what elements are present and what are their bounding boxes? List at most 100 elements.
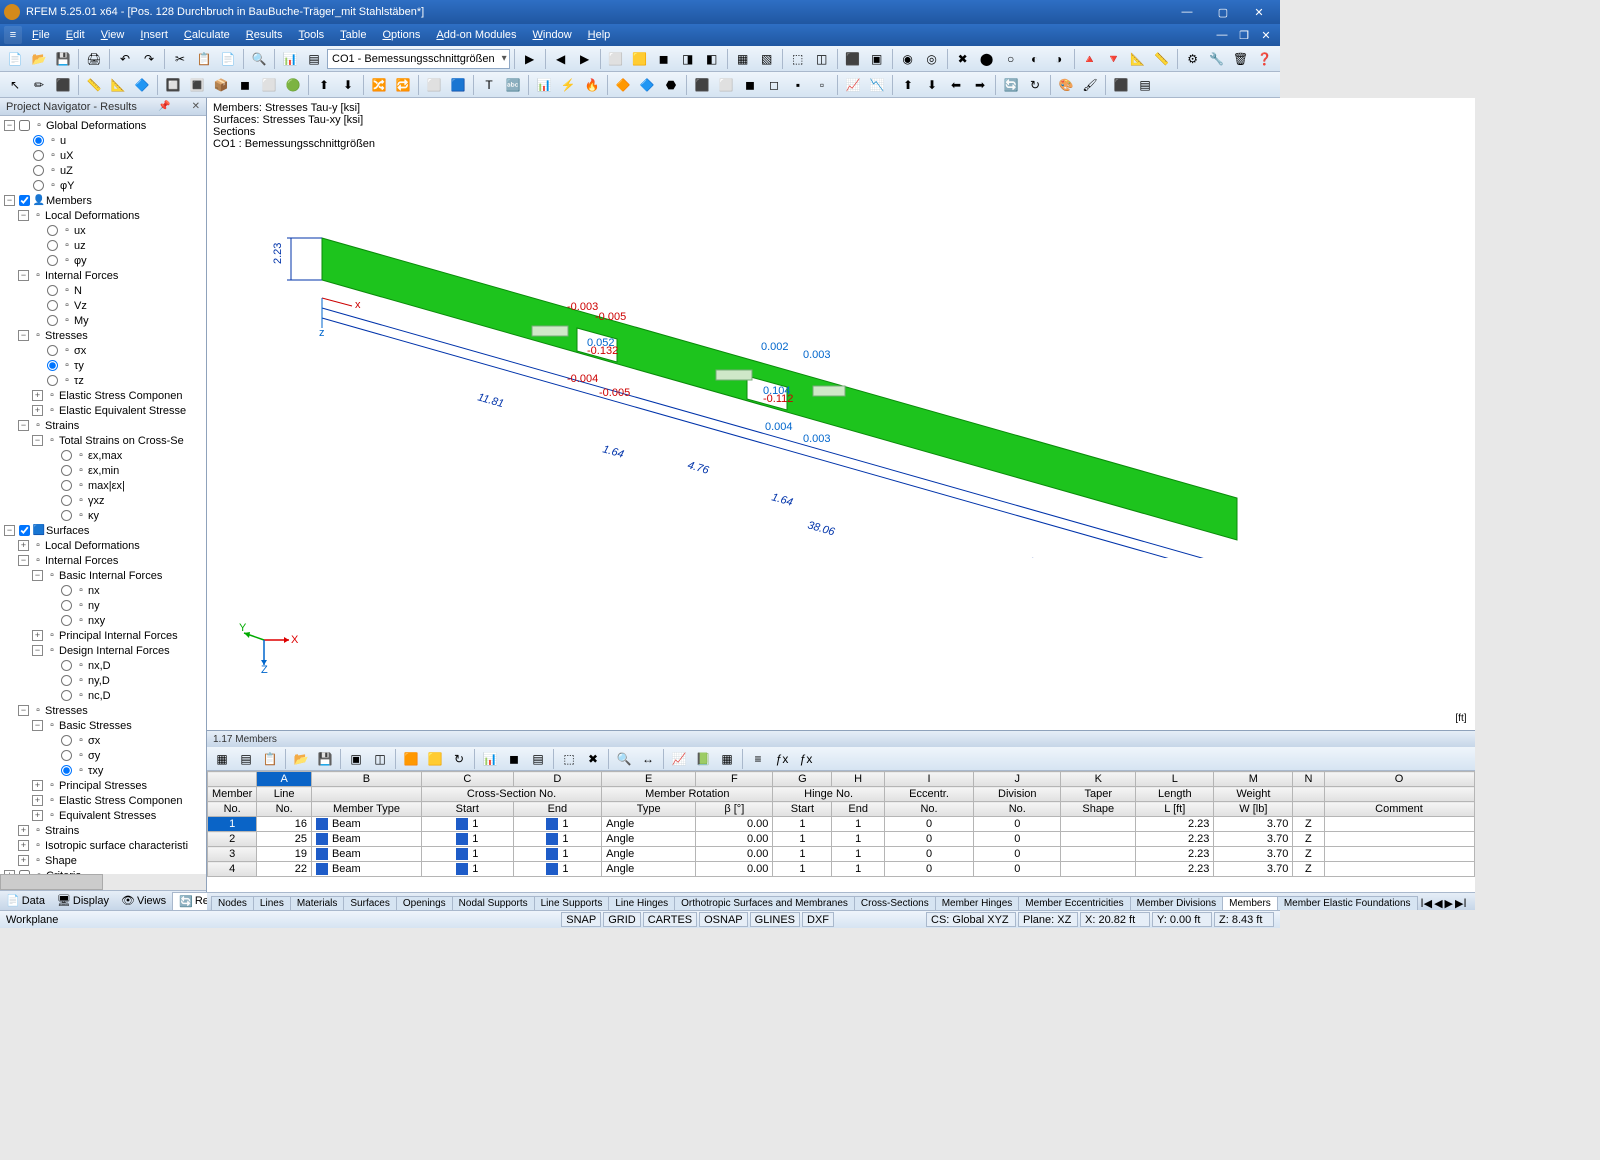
tree-radio[interactable] — [47, 360, 58, 371]
grid-toolbar-button[interactable]: ◫ — [369, 748, 391, 770]
tree-node[interactable]: −▫ Stresses — [0, 703, 206, 718]
toolbar-button[interactable]: 📏 — [83, 74, 105, 96]
nav-h-scrollbar[interactable] — [0, 874, 206, 890]
tree-radio[interactable] — [33, 150, 44, 161]
toolbar-button[interactable]: ▶ — [574, 48, 596, 70]
grid-toolbar-button[interactable]: ƒx — [795, 748, 817, 770]
tree-node[interactable]: ▫ ny — [0, 598, 206, 613]
tree-radio[interactable] — [47, 285, 58, 296]
collapse-icon[interactable]: − — [18, 420, 29, 431]
tree-node[interactable]: ▫ uX — [0, 148, 206, 163]
expand-icon[interactable]: + — [18, 540, 29, 551]
toolbar-button[interactable]: 📋 — [193, 48, 215, 70]
tree-node[interactable]: ▫ φy — [0, 253, 206, 268]
toolbar-button[interactable]: T — [478, 74, 500, 96]
toolbar-button[interactable]: ⬇ — [921, 74, 943, 96]
expand-icon[interactable]: + — [32, 405, 43, 416]
collapse-icon[interactable]: − — [32, 570, 43, 581]
toolbar-button[interactable]: ⬛ — [52, 74, 74, 96]
toolbar-button[interactable]: 📄 — [4, 48, 26, 70]
toolbar-button[interactable]: ○ — [1000, 48, 1022, 70]
tree-node[interactable]: −▫ Stresses — [0, 328, 206, 343]
tree-node[interactable]: ▫ σx — [0, 343, 206, 358]
toolbar-button[interactable]: 🟦 — [447, 74, 469, 96]
grid-toolbar-button[interactable]: ▦ — [716, 748, 738, 770]
tree-radio[interactable] — [47, 315, 58, 326]
toolbar-button[interactable]: 🔤 — [502, 74, 524, 96]
tree-radio[interactable] — [47, 345, 58, 356]
mdi-restore[interactable]: ❐ — [1234, 29, 1254, 42]
toolbar-button[interactable]: 🟢 — [282, 74, 304, 96]
status-grid[interactable]: GRID — [603, 912, 641, 927]
toolbar-button[interactable]: ◨ — [677, 48, 699, 70]
toolbar-button[interactable]: ◧ — [701, 48, 723, 70]
table-tab-cross-sections[interactable]: Cross-Sections — [854, 896, 936, 910]
toolbar-button[interactable]: ▦ — [732, 48, 754, 70]
toolbar-button[interactable]: ⬤ — [976, 48, 998, 70]
loadcase-combo[interactable]: CO1 - Bemessungsschnittgrößen — [327, 49, 510, 69]
status-snap[interactable]: SNAP — [561, 912, 601, 927]
tree-node[interactable]: ▫ u — [0, 133, 206, 148]
grid-toolbar-button[interactable]: ↻ — [448, 748, 470, 770]
menu-edit[interactable]: Edit — [58, 27, 93, 43]
menu-tools[interactable]: Tools — [290, 27, 332, 43]
toolbar-button[interactable]: ⬆ — [313, 74, 335, 96]
tree-node[interactable]: ▫ εx,max — [0, 448, 206, 463]
table-tab-members[interactable]: Members — [1222, 896, 1278, 910]
tree-radio[interactable] — [61, 660, 72, 671]
model-viewport[interactable]: Members: Stresses Tau-y [ksi]Surfaces: S… — [207, 98, 1475, 730]
grid-toolbar-button[interactable]: 📊 — [479, 748, 501, 770]
tree-node[interactable]: +▫ Elastic Stress Componen — [0, 388, 206, 403]
toolbar-button[interactable]: 🔍 — [248, 48, 270, 70]
grid-scroll[interactable]: ABCDEFGHIJKLMNOMemberLineCross-Section N… — [207, 771, 1475, 892]
collapse-icon[interactable]: − — [32, 435, 43, 446]
tree-checkbox[interactable] — [19, 525, 30, 536]
tree-radio[interactable] — [61, 510, 72, 521]
table-tab-line-hinges[interactable]: Line Hinges — [608, 896, 675, 910]
toolbar-button[interactable]: 🔷 — [131, 74, 153, 96]
table-tab-member-hinges[interactable]: Member Hinges — [935, 896, 1020, 910]
tree-radio[interactable] — [47, 300, 58, 311]
toolbar-button[interactable]: ▫ — [811, 74, 833, 96]
toolbar-button[interactable]: ▤ — [1134, 74, 1156, 96]
toolbar-button[interactable]: ⬜ — [258, 74, 280, 96]
collapse-icon[interactable]: − — [18, 330, 29, 341]
menu-calculate[interactable]: Calculate — [176, 27, 238, 43]
toolbar-button[interactable]: ✖ — [952, 48, 974, 70]
toolbar-button[interactable]: 🔥 — [581, 74, 603, 96]
toolbar-button[interactable]: 🔧 — [1206, 48, 1228, 70]
status-osnap[interactable]: OSNAP — [699, 912, 748, 927]
menu-options[interactable]: Options — [374, 27, 428, 43]
table-row[interactable]: 225Beam11Angle0.0011002.233.70Z — [208, 832, 1475, 847]
tree-node[interactable]: −▫ Design Internal Forces — [0, 643, 206, 658]
toolbar-button[interactable]: ◐ — [1024, 48, 1046, 70]
tree-checkbox[interactable] — [19, 120, 30, 131]
toolbar-button[interactable]: 🔲 — [162, 74, 184, 96]
toolbar-button[interactable]: 🔷 — [636, 74, 658, 96]
expand-icon[interactable]: + — [32, 780, 43, 791]
toolbar-button[interactable]: ◫ — [811, 48, 833, 70]
toolbar-button[interactable]: ◑ — [1048, 48, 1070, 70]
expand-icon[interactable]: + — [32, 810, 43, 821]
grid-toolbar-button[interactable]: 🔍 — [613, 748, 635, 770]
collapse-icon[interactable]: − — [18, 555, 29, 566]
menu-insert[interactable]: Insert — [132, 27, 176, 43]
grid-toolbar-button[interactable]: ✖ — [582, 748, 604, 770]
tree-node[interactable]: ▫ κy — [0, 508, 206, 523]
tree-node[interactable]: ▫ max|εx| — [0, 478, 206, 493]
expand-icon[interactable]: + — [18, 855, 29, 866]
menu-help[interactable]: Help — [580, 27, 619, 43]
tree-node[interactable]: +▫ Shape — [0, 853, 206, 868]
tree-node[interactable]: ▫ ux — [0, 223, 206, 238]
table-tab-member-elastic-foundations[interactable]: Member Elastic Foundations — [1277, 896, 1418, 910]
grid-toolbar-button[interactable]: ▣ — [345, 748, 367, 770]
table-tab-lines[interactable]: Lines — [253, 896, 291, 910]
toolbar-button[interactable]: ⬛ — [691, 74, 713, 96]
toolbar-button[interactable]: ❓ — [1254, 48, 1276, 70]
toolbar-button[interactable]: ▶ — [519, 48, 541, 70]
grid-toolbar-button[interactable]: ◼ — [503, 748, 525, 770]
tree-node[interactable]: ▫ εx,min — [0, 463, 206, 478]
tree-node[interactable]: ▫ N — [0, 283, 206, 298]
toolbar-button[interactable]: ↶ — [114, 48, 136, 70]
toolbar-button[interactable]: ✂ — [169, 48, 191, 70]
